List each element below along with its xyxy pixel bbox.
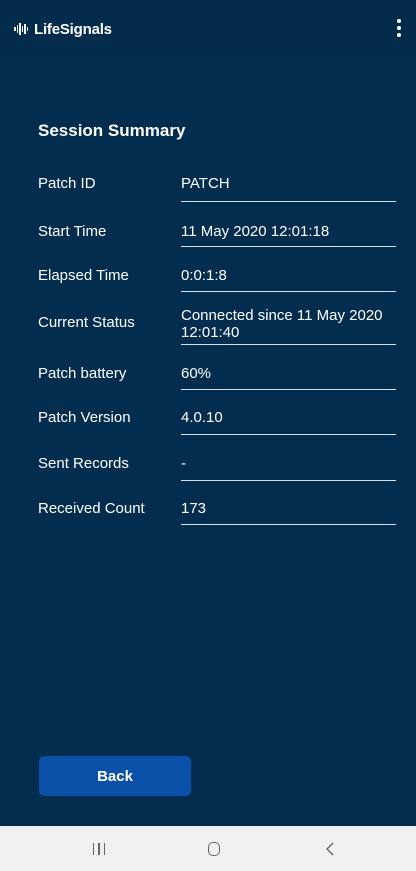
back-button[interactable]: Back: [39, 756, 191, 796]
nav-back-button[interactable]: [300, 826, 360, 871]
row-label: Patch ID: [38, 175, 96, 192]
brand-name: LifeSignals: [34, 20, 112, 38]
row-label: Patch battery: [38, 365, 127, 382]
row-label: Current Status: [38, 314, 135, 331]
row-label: Start Time: [38, 223, 107, 240]
divider: [181, 434, 396, 435]
page-title: Session Summary: [38, 121, 186, 140]
recents-icon: [92, 842, 106, 855]
row-value: -: [181, 455, 186, 472]
more-vertical-icon[interactable]: [392, 16, 406, 40]
row-label: Sent Records: [38, 455, 129, 472]
divider: [181, 524, 396, 525]
divider: [181, 201, 396, 202]
divider: [181, 389, 396, 390]
brand: LifeSignals: [14, 20, 112, 38]
system-nav-bar: [0, 826, 416, 871]
divider: [181, 291, 396, 292]
back-chevron-icon: [326, 842, 334, 855]
row-label: Received Count: [38, 500, 145, 517]
divider: [181, 344, 396, 345]
app-bar: LifeSignals: [0, 0, 416, 56]
home-button[interactable]: [184, 826, 244, 871]
row-value: 4.0.10: [181, 409, 223, 426]
row-value: PATCH: [181, 175, 230, 192]
waveform-icon: [14, 23, 28, 35]
row-label: Patch Version: [38, 409, 131, 426]
home-icon: [208, 841, 220, 856]
recents-button[interactable]: [69, 826, 129, 871]
row-label: Elapsed Time: [38, 267, 129, 284]
row-value: 173: [181, 500, 207, 517]
session-summary-screen: LifeSignals Session Summary Patch ID PAT…: [0, 0, 416, 871]
row-value: 60%: [181, 365, 212, 382]
divider: [181, 246, 396, 247]
row-value: 0:0:1:8: [181, 267, 227, 284]
divider: [181, 480, 396, 481]
row-value: 11 May 2020 12:01:18: [181, 223, 330, 240]
row-value: Connected since 11 May 2020 12:01:40: [181, 307, 383, 341]
